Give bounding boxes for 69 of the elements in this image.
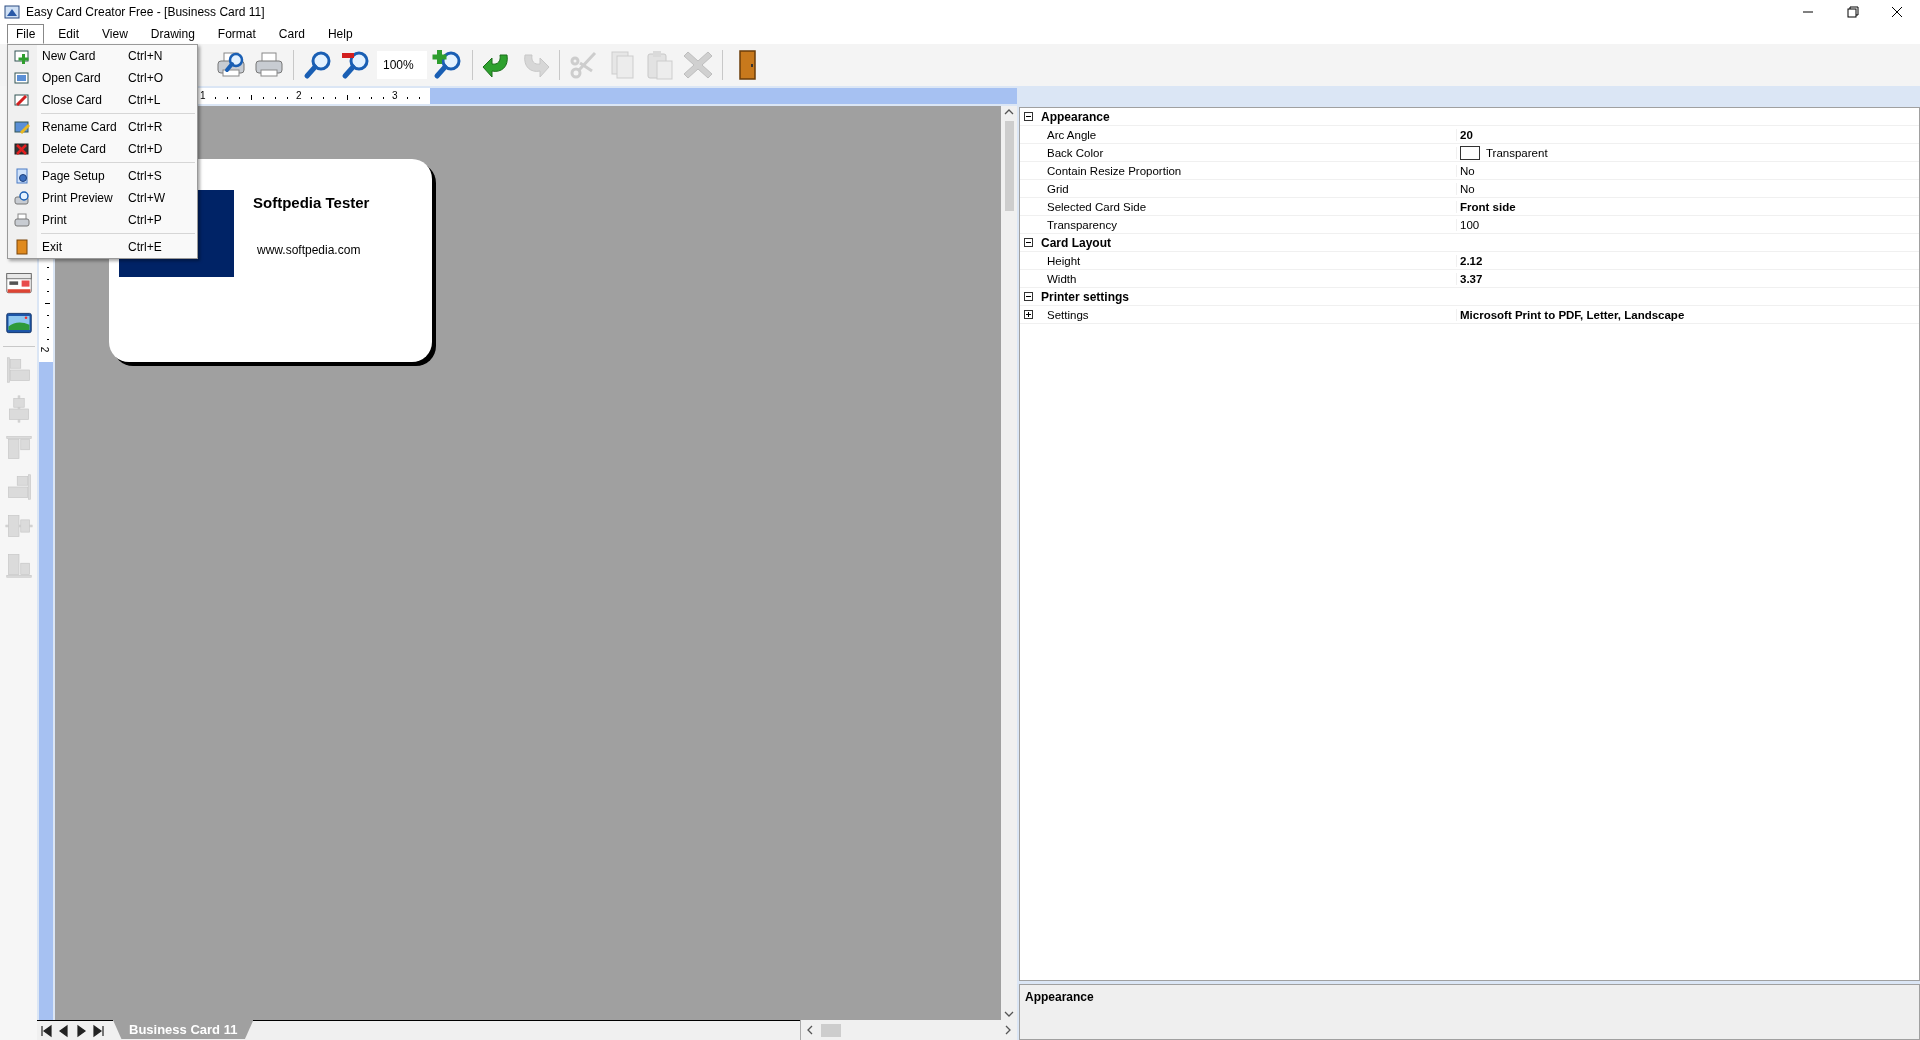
category-header[interactable]: Card Layout (1037, 235, 1111, 250)
category-header[interactable]: Appearance (1037, 109, 1110, 124)
menu-option[interactable]: New Card Ctrl+N (8, 45, 197, 67)
property-value[interactable]: Microsoft Print to PDF, Letter, Landscape (1460, 308, 1685, 321)
open-card-icon (14, 70, 30, 86)
ruler-number: 2 (39, 346, 51, 353)
scroll-left-icon[interactable] (805, 1024, 815, 1036)
menu-item[interactable]: Format (208, 24, 265, 44)
menu-option[interactable]: Rename Card Ctrl+R (8, 116, 197, 138)
property-value[interactable]: 2.12 (1460, 254, 1483, 267)
card-name: Softpedia Tester (253, 194, 370, 211)
property-name: Width (1037, 272, 1457, 285)
property-value[interactable]: Transparent (1486, 146, 1548, 159)
property-name: Back Color (1037, 146, 1457, 159)
menu-option[interactable]: Delete Card Ctrl+D (8, 138, 197, 160)
property-name: Arc Angle (1037, 128, 1457, 141)
expand-icon[interactable] (1024, 310, 1033, 319)
zoom-dropdown[interactable]: 100% (377, 51, 427, 79)
window-title: Easy Card Creator Free - [Business Card 11] (26, 5, 266, 19)
menu-item[interactable]: File (7, 24, 45, 44)
property-value[interactable]: Front side (1460, 200, 1516, 213)
property-name: Height (1037, 254, 1457, 267)
collapse-icon[interactable] (1024, 112, 1033, 121)
property-value[interactable]: No (1460, 164, 1475, 177)
property-name: Contain Resize Proportion (1037, 164, 1457, 177)
printer-icon (14, 212, 30, 228)
scrollbar-thumb[interactable] (821, 1023, 841, 1037)
app-icon (4, 4, 20, 20)
last-page-icon[interactable] (91, 1023, 105, 1038)
previous-page-icon[interactable] (57, 1023, 71, 1038)
color-swatch (1460, 145, 1480, 160)
ruler-number: 1 (200, 90, 206, 101)
scroll-right-icon[interactable] (1003, 1024, 1013, 1036)
menu-item[interactable]: Help (318, 24, 362, 44)
property-value[interactable]: No (1460, 182, 1475, 195)
property-value[interactable]: 20 (1460, 128, 1473, 141)
menu-item[interactable]: View (93, 24, 137, 44)
rename-card-icon (14, 119, 30, 135)
menu-item[interactable]: Edit (49, 24, 89, 44)
print-preview-icon (14, 190, 30, 206)
menu-option[interactable]: Print Preview Ctrl+W (8, 187, 197, 209)
property-name: Grid (1037, 182, 1457, 195)
page-setup-icon (14, 168, 30, 184)
card-website: www.softpedia.com (257, 243, 361, 257)
property-name: Transparency (1037, 218, 1457, 231)
scrollbar-thumb[interactable] (1004, 121, 1014, 211)
first-page-icon[interactable] (40, 1023, 54, 1038)
ruler-number: 2 (296, 90, 302, 101)
next-page-icon[interactable] (74, 1023, 88, 1038)
menu-item[interactable]: Card (269, 24, 314, 44)
menu-item[interactable]: Drawing (141, 24, 204, 44)
menu-option[interactable]: Print Ctrl+P (8, 209, 197, 231)
property-value[interactable]: 100 (1460, 218, 1480, 231)
collapse-icon[interactable] (1024, 238, 1033, 247)
menu-option[interactable]: Open Card Ctrl+O (8, 67, 197, 89)
category-header[interactable]: Printer settings (1037, 289, 1130, 304)
help-title: Appearance (1025, 990, 1094, 1004)
collapse-icon[interactable] (1024, 292, 1033, 301)
close-card-icon (14, 92, 30, 108)
property-value[interactable]: 3.37 (1460, 272, 1483, 285)
delete-card-icon (14, 141, 30, 157)
property-name: Settings (1037, 308, 1457, 321)
ruler-number: 3 (392, 90, 398, 101)
new-card-icon (14, 48, 30, 64)
menu-option[interactable]: Exit Ctrl+E (8, 236, 197, 258)
door-icon (14, 239, 30, 255)
property-name: Selected Card Side (1037, 200, 1457, 213)
menu-option[interactable]: Page Setup Ctrl+S (8, 165, 197, 187)
menu-option[interactable]: Close Card Ctrl+L (8, 89, 197, 111)
